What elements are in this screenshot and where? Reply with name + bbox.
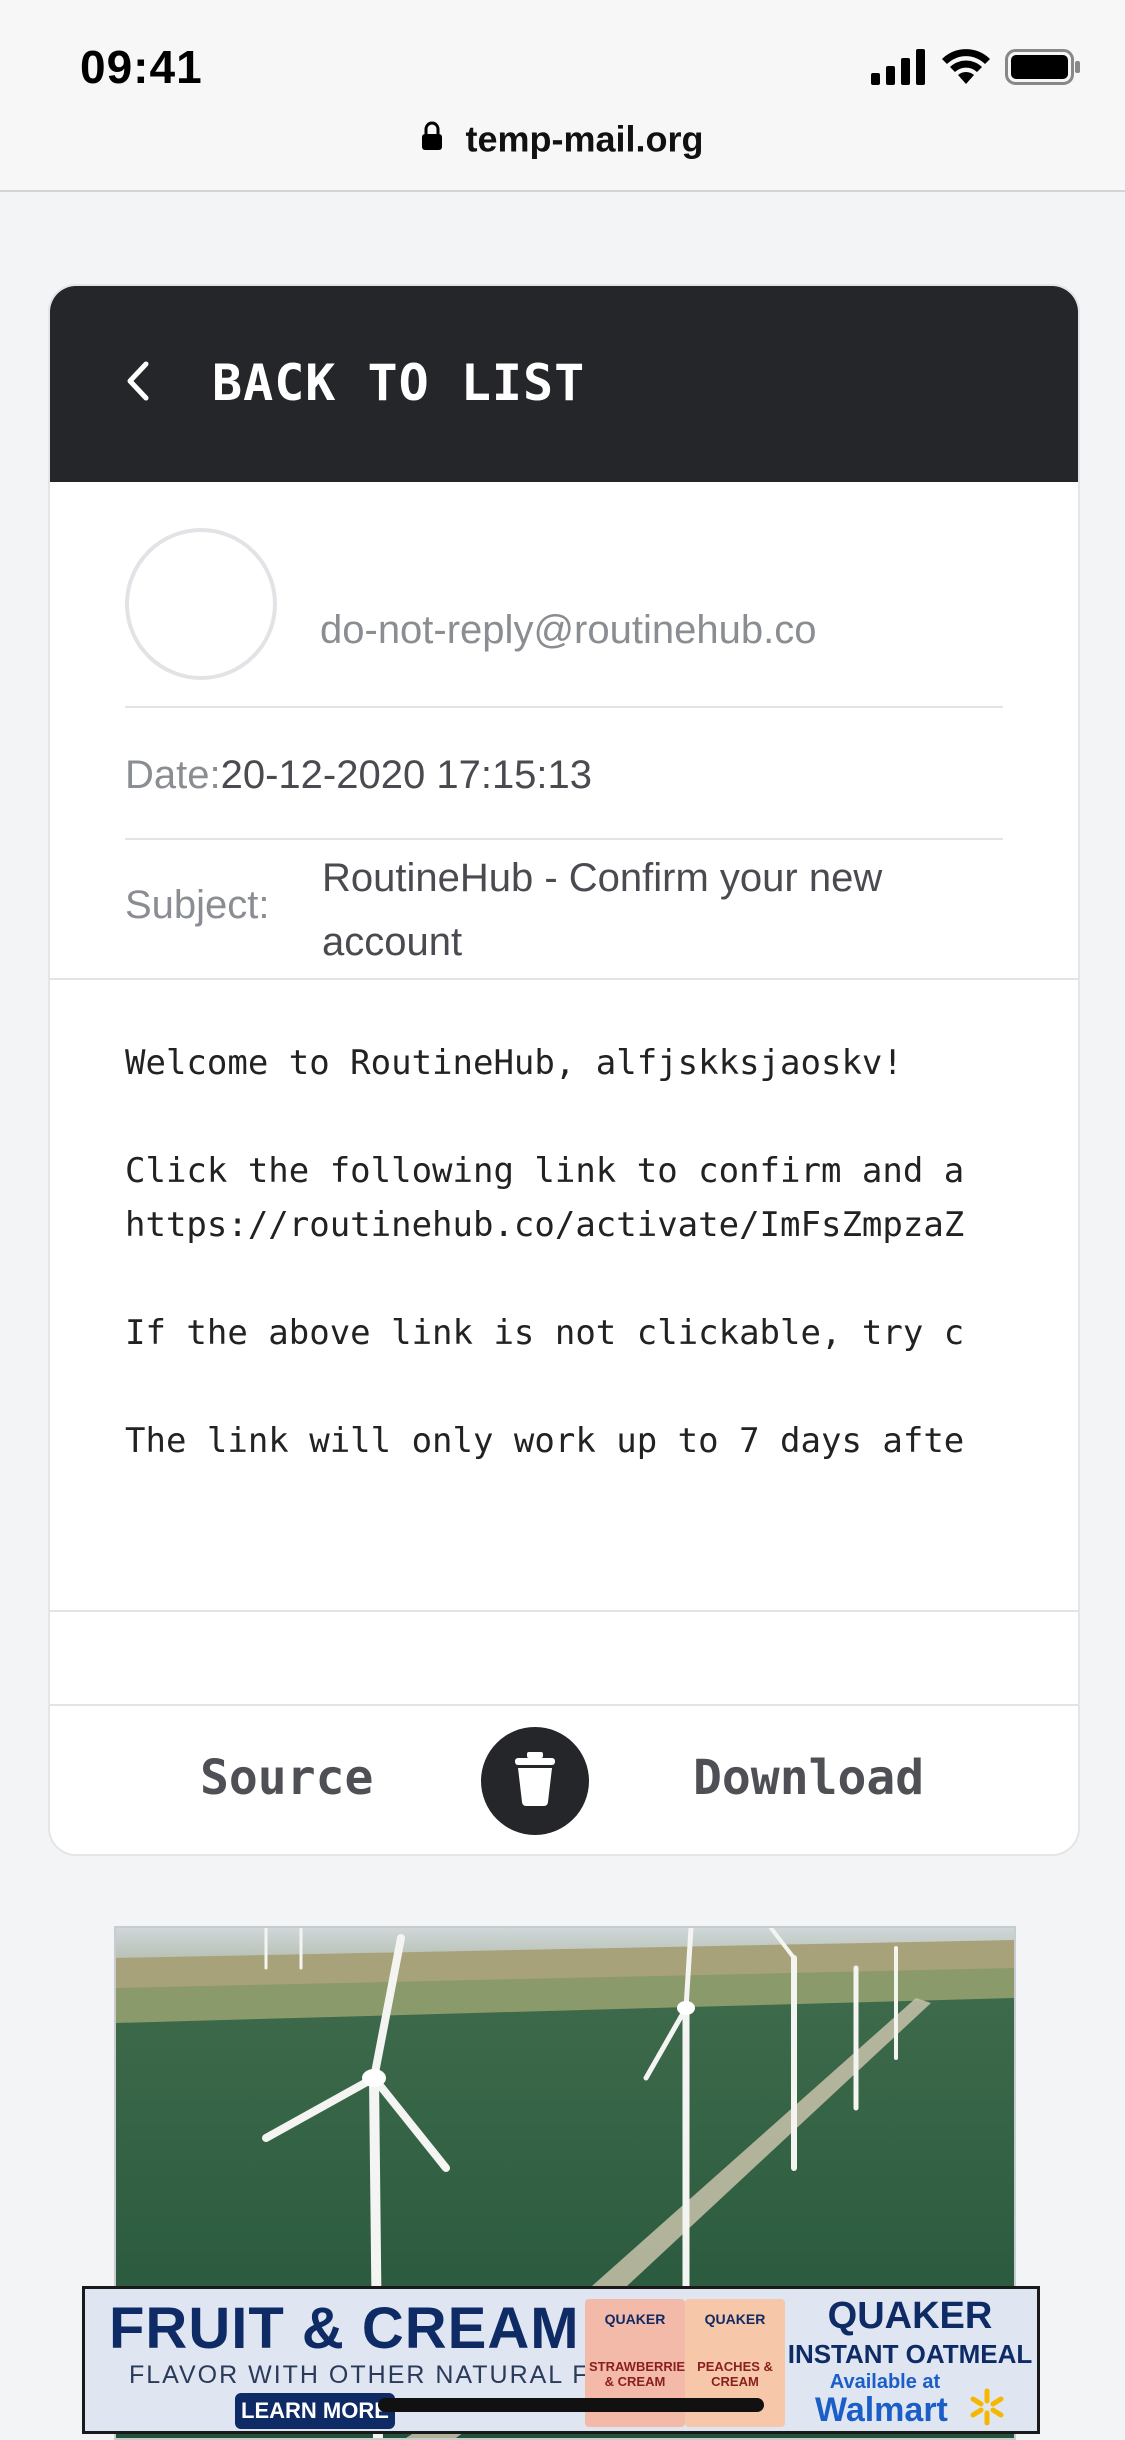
chevron-left-icon — [122, 356, 152, 411]
email-body: Welcome to RoutineHub, alfjskksjaoskv! C… — [125, 1043, 965, 1461]
action-bar: Source Download — [50, 1706, 1078, 1854]
home-indicator[interactable] — [378, 2398, 764, 2412]
product-box-label: PEACHES & CREAM — [697, 2359, 773, 2389]
lock-icon — [421, 118, 443, 160]
source-button[interactable]: Source — [200, 1750, 373, 1806]
banner-product: INSTANT OATMEAL — [787, 2339, 1033, 2369]
walmart-spark-icon — [967, 2387, 1007, 2431]
download-button[interactable]: Download — [693, 1750, 924, 1806]
wifi-icon — [941, 48, 991, 91]
banner-brand: QUAKER — [827, 2295, 993, 2337]
banner-title: FRUIT & CREAM — [109, 2296, 580, 2361]
delete-button[interactable] — [481, 1727, 589, 1835]
date-row: Date:20-12-2020 17:15:13 — [125, 753, 592, 798]
avatar — [125, 528, 277, 680]
learn-more-button[interactable]: LEARN MORE — [235, 2393, 395, 2429]
sender-email: do-not-reply@routinehub.co — [320, 608, 817, 652]
divider — [125, 838, 1003, 840]
address-bar[interactable]: temp-mail.org — [0, 116, 1125, 160]
subject-value: RoutineHub - Confirm your new account — [322, 856, 883, 964]
trash-icon — [513, 1751, 557, 1811]
product-box-brand: QUAKER — [604, 2311, 666, 2327]
divider — [50, 978, 1078, 980]
status-time: 09:41 — [80, 41, 203, 93]
url-text: temp-mail.org — [465, 118, 704, 160]
signal-icon — [871, 49, 927, 90]
date-value: 20-12-2020 17:15:13 — [220, 753, 593, 797]
email-card: BACK TO LIST do-not-reply@routinehub.co … — [48, 284, 1080, 1856]
date-label: Date: — [125, 753, 221, 797]
status-bar: 09:41 temp-mail.org — [0, 0, 1125, 192]
product-box-label: STRAWBERRIES & CREAM — [589, 2359, 694, 2389]
divider — [125, 706, 1003, 708]
battery-icon — [1005, 49, 1081, 90]
back-to-list-button[interactable]: BACK TO LIST — [50, 286, 1078, 482]
back-to-list-label: BACK TO LIST — [212, 354, 586, 412]
product-box-brand: QUAKER — [704, 2311, 766, 2327]
subject-label: Subject: — [125, 883, 270, 927]
status-icons — [871, 48, 1081, 91]
divider — [50, 1610, 1078, 1612]
banner-store: Walmart — [815, 2391, 948, 2429]
